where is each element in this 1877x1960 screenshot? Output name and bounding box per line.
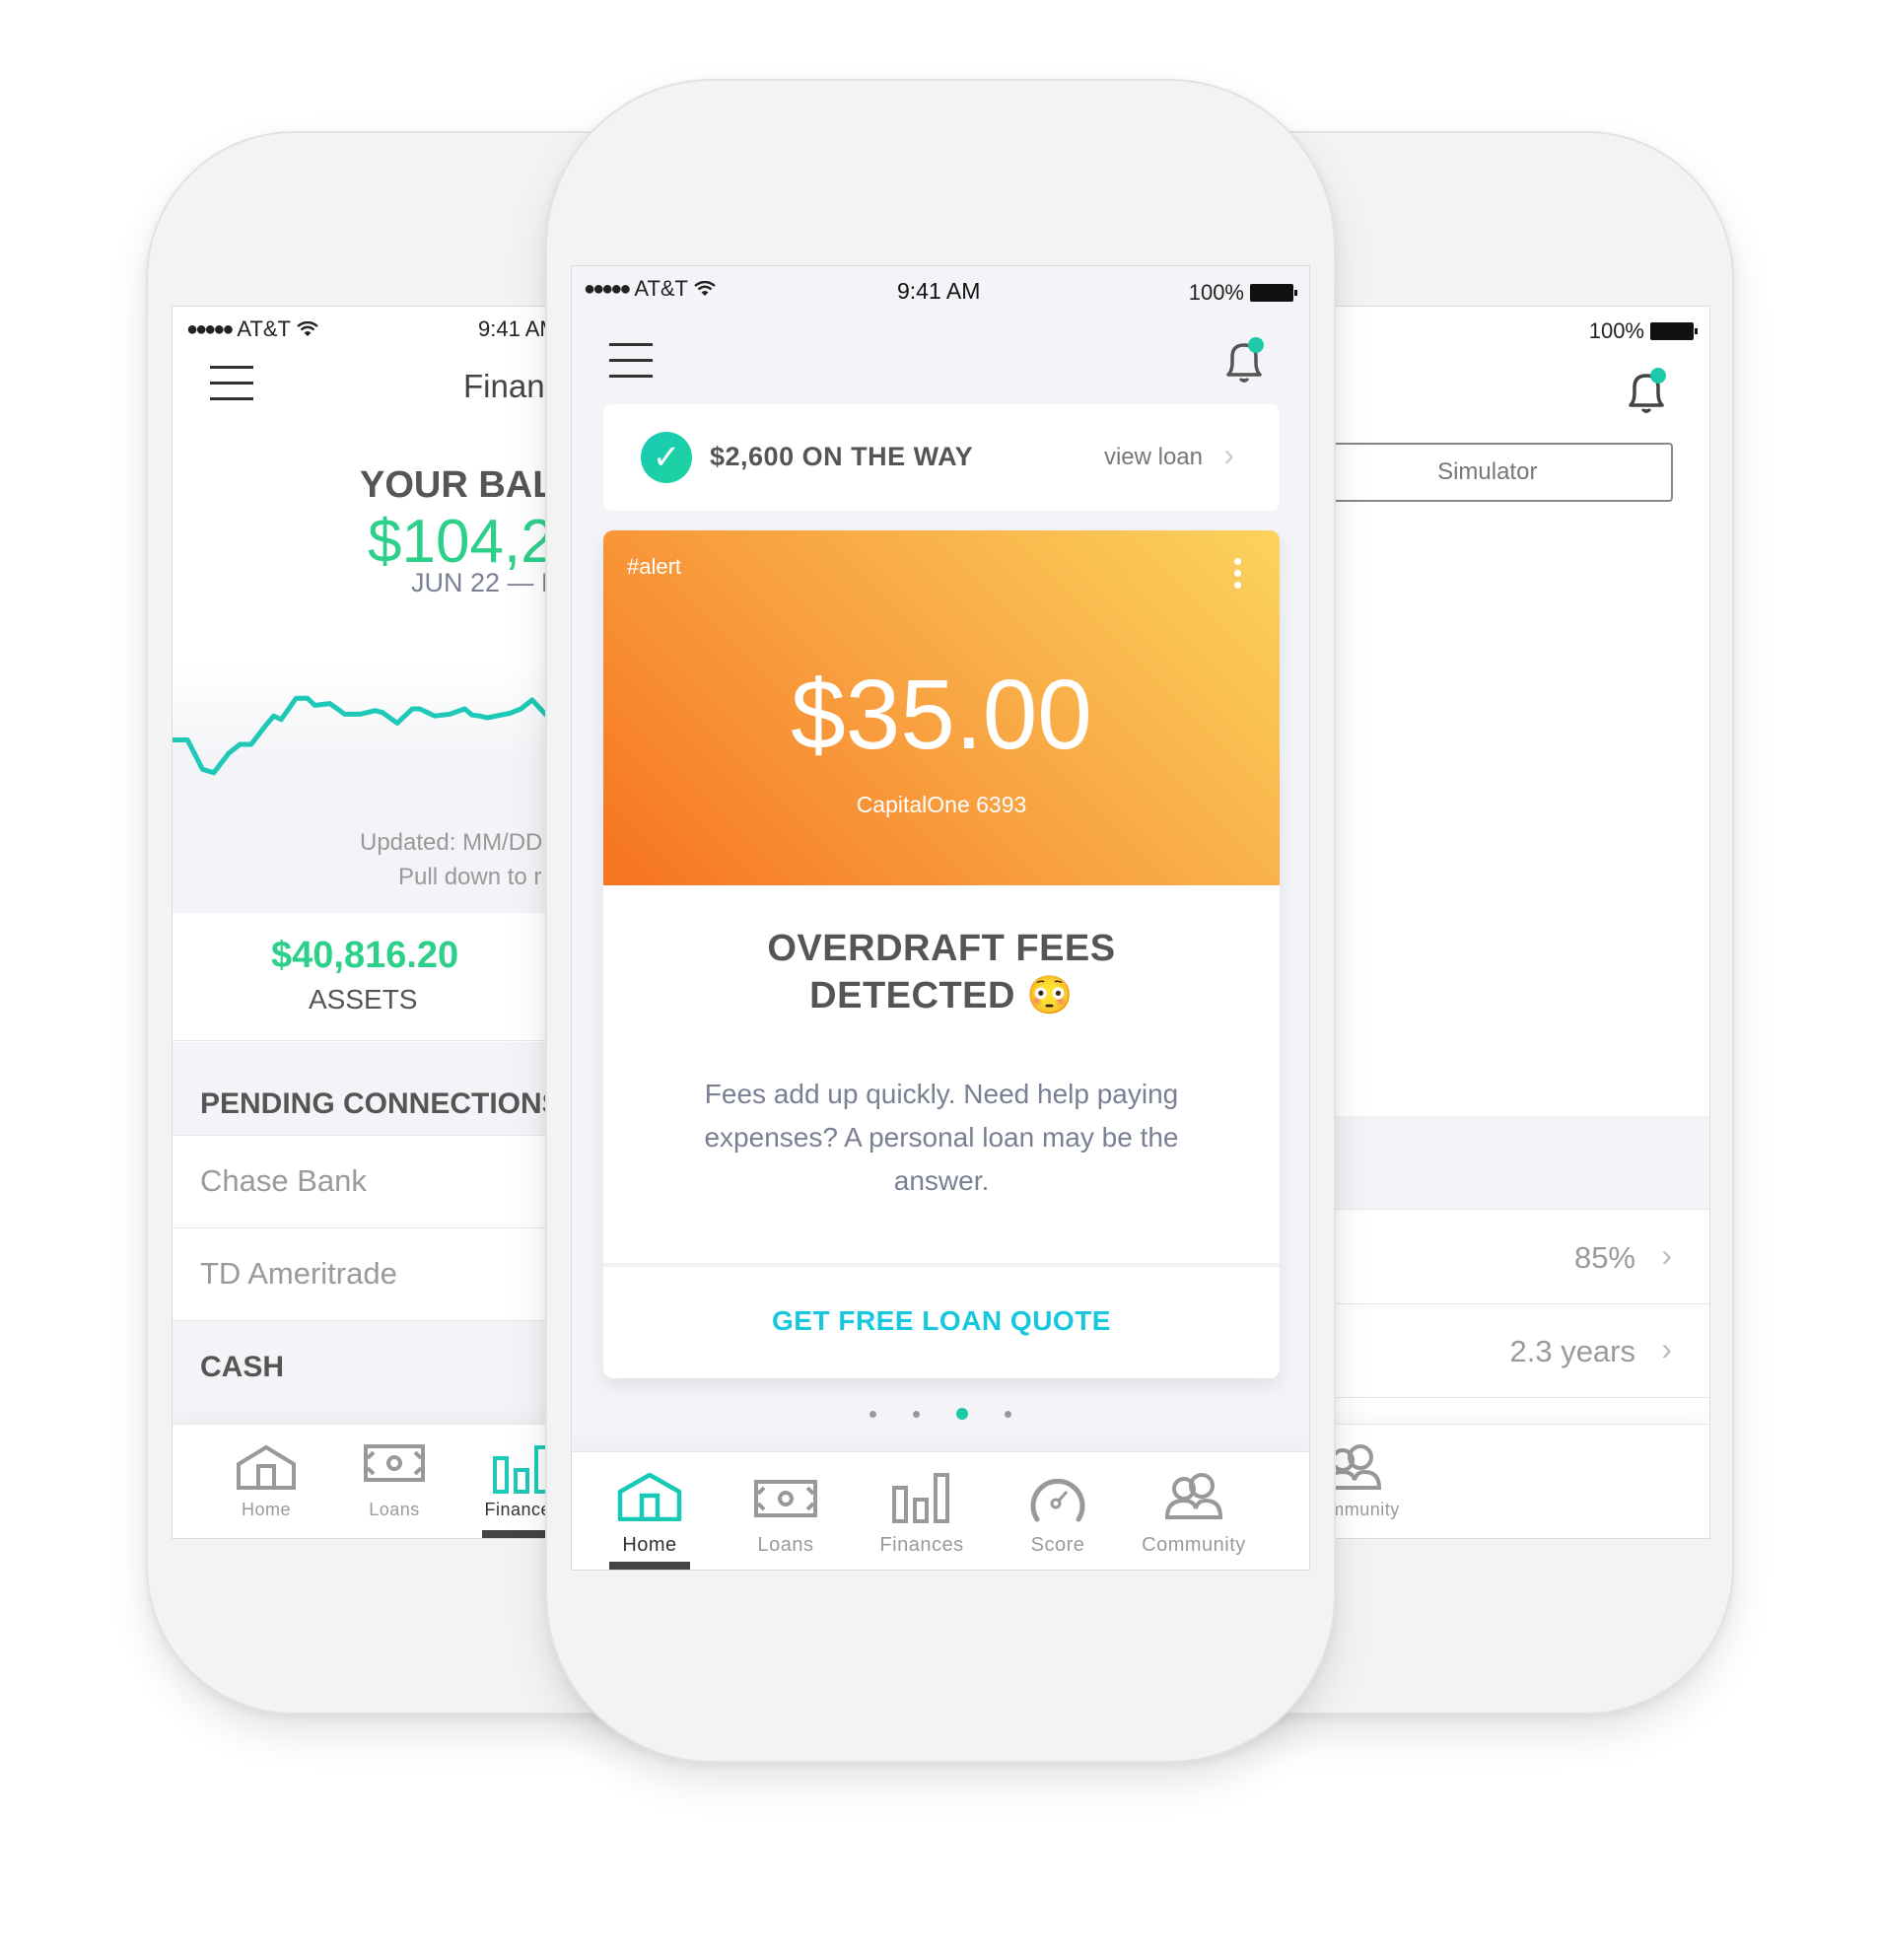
notifications-button[interactable] [1625,368,1668,415]
page-dot[interactable] [1005,1410,1011,1418]
money-icon [754,1480,817,1517]
list-item-label: Chase Bank [200,1163,367,1198]
alert-amount: $35.00 [791,660,1092,770]
home-screen: ●●●●● AT&T 9:41 AM 100% ✓ $2,600 ON THE W… [571,265,1310,1571]
alert-card-header: #alert $35.00 CapitalOne 6393 [603,530,1280,885]
tab-finances[interactable]: Finances [854,1452,990,1570]
bar-chart-icon [891,1472,952,1523]
menu-button[interactable] [210,366,253,401]
pull-refresh-text: Pull down to r [398,864,542,890]
carrier-name: AT&T [237,316,291,341]
battery-icon [1250,284,1297,302]
signal-icon: ●●●●● [584,277,631,300]
tab-home[interactable]: Home [202,1425,330,1538]
tab-label: Score [1030,1534,1085,1556]
divider [603,1263,1280,1267]
gauge-icon [1027,1472,1088,1523]
wifi-icon [694,281,716,297]
assets-label: ASSETS [309,984,418,1015]
list-item-label: TD Ameritrade [200,1256,397,1291]
assets-value: $40,816.20 [271,935,459,976]
loan-status-text: $2,600 ON THE WAY [710,442,974,471]
bar-chart-icon [492,1444,553,1494]
alert-title: OVERDRAFT FEES DETECTED 😳 [603,925,1280,1019]
menu-button[interactable] [609,343,653,379]
battery-icon [1650,322,1698,340]
status-bar: ●●●●● AT&T 9:41 AM 100% [572,266,1309,314]
tab-label: Home [241,1500,291,1519]
loan-status-banner[interactable]: ✓ $2,600 ON THE WAY view loan › [603,404,1280,511]
view-loan-link[interactable]: view loan [1104,444,1203,471]
tab-label: Home [622,1534,677,1556]
battery-percent: 100% [1588,318,1644,343]
carrier-name: AT&T [634,276,688,301]
tab-bar: Home Loans Finances Score Community [572,1451,1309,1570]
segment-simulator[interactable]: Simulator [1301,445,1672,500]
alert-title-line: DETECTED 😳 [809,975,1074,1016]
home-icon [617,1472,682,1521]
alert-tag: #alert [627,554,682,579]
page-indicator [572,1408,1309,1420]
updated-text: Updated: MM/DD [360,829,543,856]
section-title: PENDING CONNECTIONS [200,1087,562,1120]
home-icon [236,1444,297,1490]
alert-account: CapitalOne 6393 [856,792,1027,817]
page-dot[interactable] [869,1410,876,1418]
clock: 9:41 AM [897,278,981,304]
get-loan-quote-button[interactable]: GET FREE LOAN QUOTE [603,1305,1280,1337]
signal-icon: ●●●●● [186,317,234,340]
tab-label: Finances [879,1534,964,1556]
tab-loans[interactable]: Loans [718,1452,854,1570]
tab-community[interactable]: Community [1126,1452,1262,1570]
tab-loans[interactable]: Loans [330,1425,458,1538]
factor-value: 2.3 years [1509,1334,1635,1368]
phone-home: ●●●●● AT&T 9:41 AM 100% ✓ $2,600 ON THE W… [545,79,1336,1763]
active-tab-indicator [609,1562,690,1570]
tab-home[interactable]: Home [582,1452,718,1570]
money-icon [364,1444,425,1482]
tab-label: Community [1142,1534,1246,1556]
people-icon [1164,1472,1223,1519]
date-range: JUN 22 — D [411,568,561,597]
tab-label: Loans [757,1534,814,1556]
factor-value: 85% [1573,1240,1635,1275]
section-title: CASH [200,1351,285,1383]
page-dot[interactable] [913,1410,920,1418]
more-options-icon[interactable] [1234,558,1242,594]
page-dot-active[interactable] [956,1408,968,1420]
alert-body: Fees add up quickly. Need help paying ex… [704,1079,1179,1196]
tab-label: Loans [369,1500,420,1519]
check-icon: ✓ [641,432,692,483]
alert-card: #alert $35.00 CapitalOne 6393 OVERDRAFT … [603,530,1280,1378]
wifi-icon [297,321,318,337]
notification-dot [1248,337,1264,353]
balance-line [173,695,549,776]
chevron-right-icon: › [1661,1237,1672,1273]
chevron-right-icon: › [1223,437,1234,472]
chevron-right-icon: › [1661,1331,1672,1366]
tab-score[interactable]: Score [990,1452,1126,1570]
notifications-button[interactable] [1222,337,1266,385]
battery-percent: 100% [1188,280,1244,305]
alert-title-line: OVERDRAFT FEES [767,928,1116,969]
notification-dot [1650,368,1666,384]
